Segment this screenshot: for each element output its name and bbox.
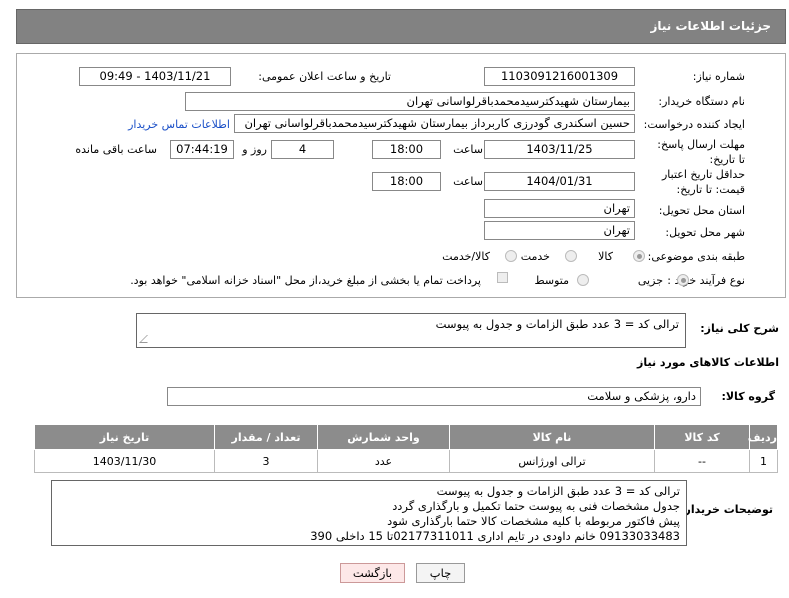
category-goods-service-label: کالا/خدمت bbox=[442, 250, 490, 263]
buyer-notes-line: پیش فاکتور مربوطه با کلیه مشخصات کالا حت… bbox=[387, 514, 680, 528]
table-row[interactable]: 1 -- ترالی اورژانس عدد 3 1403/11/30 bbox=[34, 449, 778, 473]
col-name: نام کالا bbox=[449, 424, 655, 450]
cell-code: -- bbox=[654, 449, 750, 473]
process-minor-label: جزیی bbox=[637, 274, 663, 287]
buyer-notes-line: ترالی کد = 3 عدد طبق الزامات و جدول به پ… bbox=[436, 484, 680, 498]
category-service-label: خدمت bbox=[520, 250, 550, 263]
col-date: تاریخ نیاز bbox=[34, 424, 215, 450]
deadline-date-field[interactable]: 1403/11/25 bbox=[484, 140, 635, 159]
days-word: روز و bbox=[242, 143, 267, 156]
resize-grip-icon[interactable] bbox=[139, 335, 155, 343]
announce-field[interactable]: 1403/11/21 - 09:49 bbox=[79, 67, 231, 86]
city-field[interactable]: تهران bbox=[484, 221, 635, 240]
print-button[interactable]: چاپ bbox=[416, 563, 465, 583]
treasury-payment-note: پرداخت تمام یا بخشی از مبلغ خرید،از محل … bbox=[130, 274, 481, 287]
days-field[interactable]: 4 bbox=[271, 140, 334, 159]
price-validity-time-word: ساعت bbox=[453, 175, 483, 188]
col-unit: واحد شمارش bbox=[317, 424, 450, 450]
cell-row: 1 bbox=[749, 449, 778, 473]
goods-section-title: اطلاعات کالاهای مورد نیاز bbox=[637, 356, 779, 369]
cell-unit: عدد bbox=[317, 449, 450, 473]
category-radio-goods[interactable] bbox=[633, 250, 645, 262]
buyer-notes-label: توضیحات خریدار: bbox=[680, 503, 773, 516]
deadline-label: مهلت ارسال پاسخ: تا تاریخ: bbox=[657, 138, 745, 166]
process-radio-medium[interactable] bbox=[577, 274, 589, 286]
buyer-notes-line: جدول مشخصات فنی به پیوست حتما تکمیل و با… bbox=[392, 499, 680, 513]
need-number-field[interactable]: 1103091216001309 bbox=[484, 67, 635, 86]
description-text: ترالی کد = 3 عدد طبق الزامات و جدول به پ… bbox=[435, 317, 679, 331]
need-number-label: شماره نیاز: bbox=[692, 70, 745, 83]
col-code: کد کالا bbox=[654, 424, 750, 450]
cell-date: 1403/11/30 bbox=[34, 449, 215, 473]
cell-qty: 3 bbox=[214, 449, 318, 473]
category-radio-goods-service[interactable] bbox=[505, 250, 517, 262]
col-qty: تعداد / مقدار bbox=[214, 424, 318, 450]
contact-buyer-link[interactable]: اطلاعات تماس خریدار bbox=[128, 117, 230, 133]
price-validity-time-field[interactable]: 18:00 bbox=[372, 172, 441, 191]
creator-field[interactable]: حسین اسکندری گودرزی کاربرداز بیمارستان ش… bbox=[234, 114, 635, 133]
description-textarea[interactable]: ترالی کد = 3 عدد طبق الزامات و جدول به پ… bbox=[136, 313, 686, 348]
remaining-time-field[interactable]: 07:44:19 bbox=[170, 140, 234, 159]
goods-group-label: گروه کالا: bbox=[721, 390, 775, 403]
col-row: ردیف bbox=[748, 424, 778, 450]
description-label: شرح کلی نیاز: bbox=[700, 322, 779, 335]
page-title: جزئیات اطلاعات نیاز bbox=[650, 19, 771, 33]
city-label: شهر محل تحویل: bbox=[665, 226, 745, 239]
goods-table: ردیف کد کالا نام کالا واحد شمارش تعداد /… bbox=[34, 424, 778, 473]
back-button[interactable]: بازگشت bbox=[340, 563, 405, 583]
goods-table-header: ردیف کد کالا نام کالا واحد شمارش تعداد /… bbox=[34, 424, 778, 450]
province-field[interactable]: تهران bbox=[484, 199, 635, 218]
price-validity-date-field[interactable]: 1404/01/31 bbox=[484, 172, 635, 191]
remaining-word: ساعت باقی مانده bbox=[75, 143, 157, 156]
buyer-org-field[interactable]: بیمارستان شهیدکترسیدمحمدباقرلواسانی تهرا… bbox=[185, 92, 635, 111]
page-header: جزئیات اطلاعات نیاز bbox=[16, 9, 786, 44]
announce-label: تاریخ و ساعت اعلان عمومی: bbox=[258, 70, 391, 83]
category-radio-service[interactable] bbox=[565, 250, 577, 262]
creator-label: ایجاد کننده درخواست: bbox=[643, 118, 745, 131]
deadline-time-field[interactable]: 18:00 bbox=[372, 140, 441, 159]
process-medium-label: متوسط bbox=[534, 274, 569, 287]
price-validity-label: حداقل تاریخ اعتبار قیمت: تا تاریخ: bbox=[661, 168, 745, 196]
process-radio-minor[interactable] bbox=[677, 274, 689, 286]
deadline-time-word: ساعت bbox=[453, 143, 483, 156]
buyer-org-label: نام دستگاه خریدار: bbox=[658, 95, 745, 108]
buyer-notes-textarea[interactable]: ترالی کد = 3 عدد طبق الزامات و جدول به پ… bbox=[51, 480, 687, 546]
goods-group-field[interactable]: دارو، پزشکی و سلامت bbox=[167, 387, 701, 406]
category-goods-label: کالا bbox=[598, 250, 613, 263]
cell-name: ترالی اورژانس bbox=[449, 449, 655, 473]
treasury-payment-checkbox[interactable] bbox=[497, 272, 508, 283]
buyer-notes-line: 09133033483 خانم داودی در تایم اداری 021… bbox=[310, 529, 680, 543]
category-label: طبقه بندی موضوعی: bbox=[647, 250, 745, 263]
province-label: استان محل تحویل: bbox=[658, 204, 745, 217]
